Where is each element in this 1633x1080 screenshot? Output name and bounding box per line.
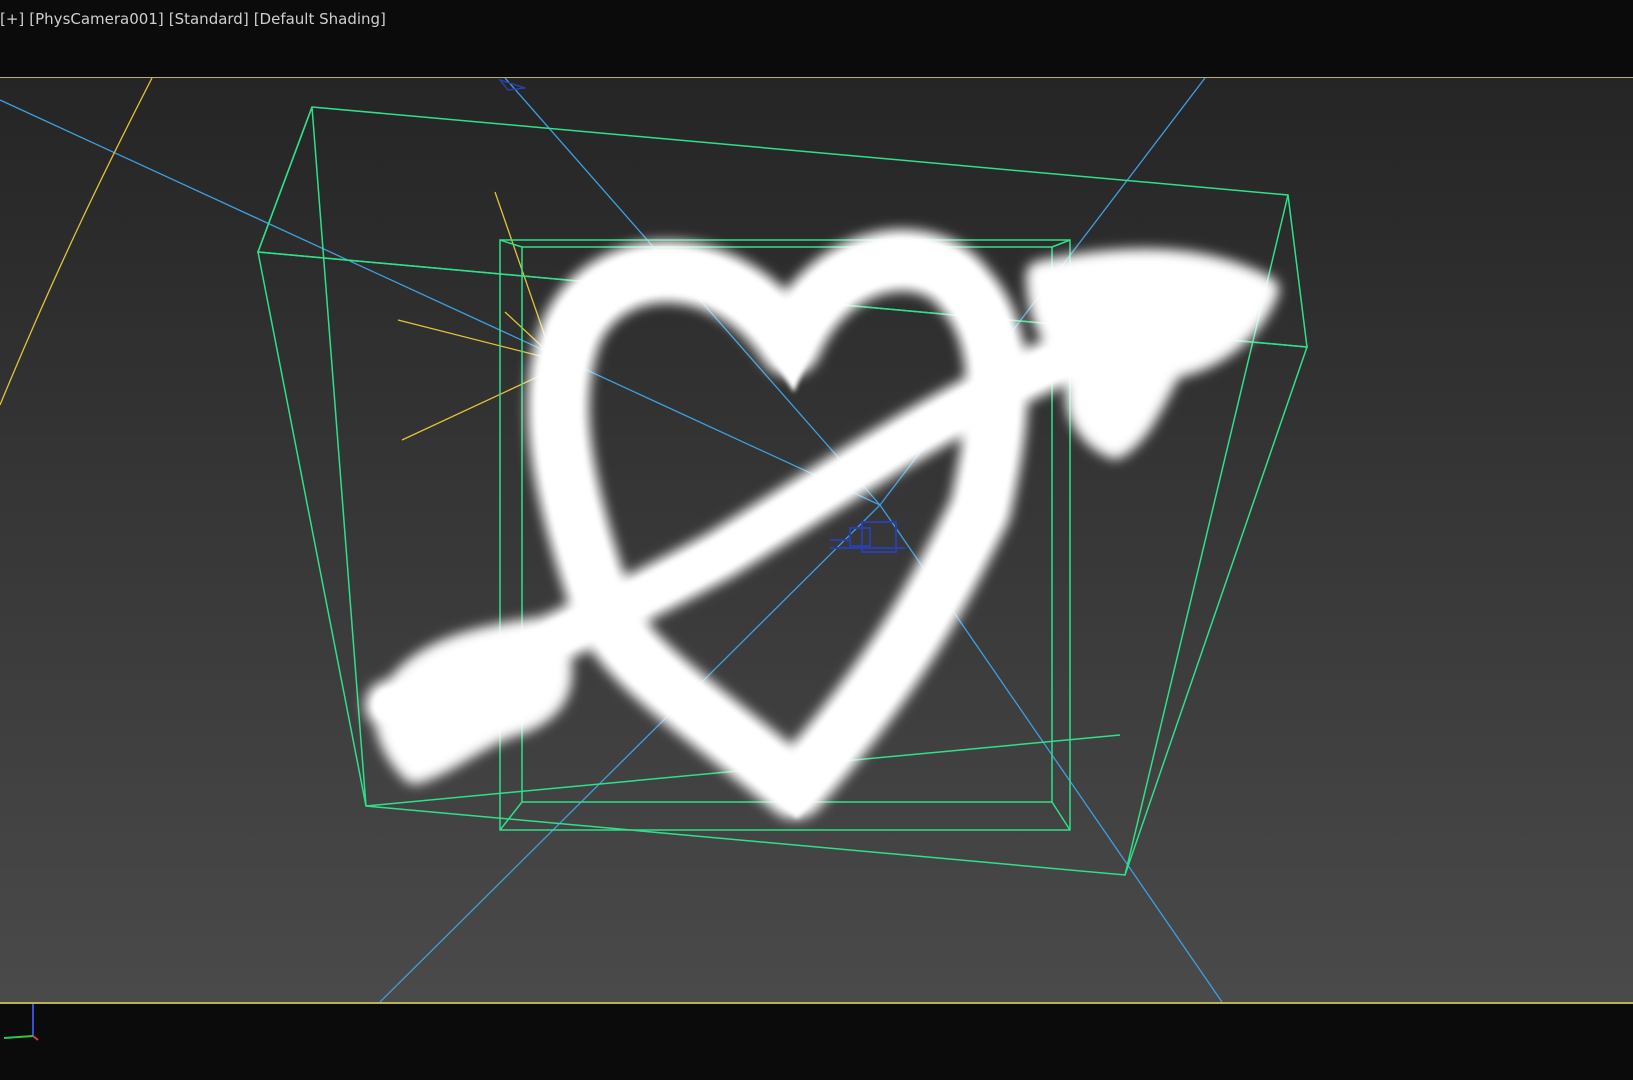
viewport-background <box>0 78 1633 1002</box>
viewport-scene[interactable] <box>0 78 1633 1002</box>
viewport-label-bar: [+] [PhysCamera001] [Standard] [Default Sha… <box>0 0 1633 78</box>
viewport-bottom-bar <box>0 1004 1633 1080</box>
viewport-menu-mode[interactable]: [Standard] <box>169 10 249 28</box>
viewport-window[interactable]: [+] [PhysCamera001] [Standard] [Default Sha… <box>0 0 1633 1080</box>
viewport-label: [+] [PhysCamera001] [Standard] [Default Sha… <box>0 10 391 28</box>
viewport-menu-plus[interactable]: [+] <box>0 10 24 28</box>
xyz-axis-icon <box>3 1004 39 1041</box>
viewport-menu-shading[interactable]: [Default Shading] <box>254 10 386 28</box>
viewport-menu-camera[interactable]: [PhysCamera001] <box>29 10 163 28</box>
